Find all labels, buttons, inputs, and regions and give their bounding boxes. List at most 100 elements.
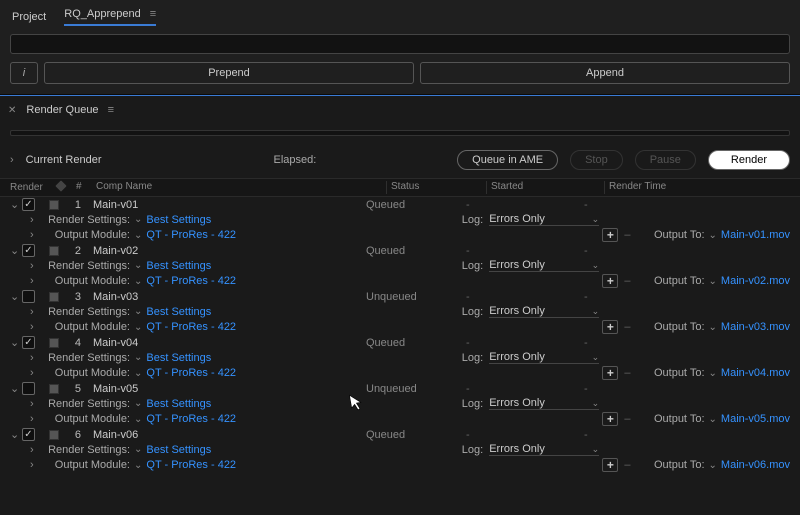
output-file-link[interactable]: Main-v02.mov bbox=[721, 275, 790, 287]
output-module-link[interactable]: QT - ProRes - 422 bbox=[146, 229, 236, 241]
output-module-link[interactable]: QT - ProRes - 422 bbox=[146, 321, 236, 333]
tab-project[interactable]: Project bbox=[12, 11, 46, 23]
output-file-link[interactable]: Main-v03.mov bbox=[721, 321, 790, 333]
render-settings-link[interactable]: Best Settings bbox=[146, 444, 211, 456]
chevron-right-icon[interactable]: › bbox=[30, 413, 40, 425]
chevron-right-icon[interactable]: › bbox=[30, 367, 40, 379]
comp-name[interactable]: Main-v05 bbox=[93, 383, 366, 395]
dropdown-icon[interactable]: ⌄ bbox=[134, 444, 142, 455]
queue-item-row[interactable]: ⌄1Main-v01Queued-- bbox=[0, 197, 800, 212]
dropdown-icon[interactable]: ⌄ bbox=[134, 460, 142, 471]
chevron-right-icon[interactable]: › bbox=[10, 154, 14, 166]
dropdown-icon[interactable]: ⌄ bbox=[134, 214, 142, 225]
comp-name[interactable]: Main-v06 bbox=[93, 429, 366, 441]
render-checkbox[interactable] bbox=[22, 244, 35, 257]
render-checkbox[interactable] bbox=[22, 198, 35, 211]
chevron-right-icon[interactable]: › bbox=[30, 260, 40, 272]
log-dropdown[interactable]: Errors Only⌄ bbox=[489, 351, 599, 364]
dropdown-icon[interactable]: ⌄ bbox=[134, 368, 142, 379]
info-button[interactable]: i bbox=[10, 62, 38, 84]
chevron-right-icon[interactable]: › bbox=[30, 275, 40, 287]
render-settings-link[interactable]: Best Settings bbox=[146, 352, 211, 364]
chevron-right-icon[interactable]: › bbox=[30, 306, 40, 318]
label-color-swatch[interactable] bbox=[49, 338, 59, 348]
log-dropdown[interactable]: Errors Only⌄ bbox=[489, 213, 599, 226]
chevron-down-icon[interactable]: ⌄ bbox=[10, 198, 18, 211]
queue-item-row[interactable]: ⌄5Main-v05Unqueued-- bbox=[0, 381, 800, 396]
output-file-link[interactable]: Main-v05.mov bbox=[721, 413, 790, 425]
render-checkbox[interactable] bbox=[22, 336, 35, 349]
dropdown-icon[interactable]: ⌄ bbox=[134, 260, 142, 271]
output-file-link[interactable]: Main-v06.mov bbox=[721, 459, 790, 471]
render-checkbox[interactable] bbox=[22, 428, 35, 441]
add-output-button[interactable]: + bbox=[602, 458, 618, 472]
chevron-down-icon[interactable]: ⌄ bbox=[10, 290, 18, 303]
render-checkbox[interactable] bbox=[22, 382, 35, 395]
dropdown-icon[interactable]: ⌄ bbox=[709, 276, 717, 287]
render-settings-link[interactable]: Best Settings bbox=[146, 398, 211, 410]
chevron-right-icon[interactable]: › bbox=[30, 352, 40, 364]
tab-script[interactable]: RQ_Apprepend ≡ bbox=[64, 8, 156, 26]
tab-render-queue[interactable]: Render Queue ≡ bbox=[24, 100, 116, 120]
dropdown-icon[interactable]: ⌄ bbox=[134, 352, 142, 363]
output-module-link[interactable]: QT - ProRes - 422 bbox=[146, 275, 236, 287]
dropdown-icon[interactable]: ⌄ bbox=[709, 322, 717, 333]
dropdown-icon[interactable]: ⌄ bbox=[134, 414, 142, 425]
append-button[interactable]: Append bbox=[420, 62, 790, 84]
add-output-button[interactable]: + bbox=[602, 320, 618, 334]
label-color-swatch[interactable] bbox=[49, 200, 59, 210]
comp-name[interactable]: Main-v01 bbox=[93, 199, 366, 211]
queue-item-row[interactable]: ⌄4Main-v04Queued-- bbox=[0, 335, 800, 350]
label-color-swatch[interactable] bbox=[49, 384, 59, 394]
add-output-button[interactable]: + bbox=[602, 274, 618, 288]
chevron-right-icon[interactable]: › bbox=[30, 398, 40, 410]
render-settings-link[interactable]: Best Settings bbox=[146, 260, 211, 272]
log-dropdown[interactable]: Errors Only⌄ bbox=[489, 259, 599, 272]
script-text-input[interactable] bbox=[10, 34, 790, 54]
queue-item-row[interactable]: ⌄2Main-v02Queued-- bbox=[0, 243, 800, 258]
dropdown-icon[interactable]: ⌄ bbox=[134, 398, 142, 409]
panel-menu-icon[interactable]: ≡ bbox=[108, 104, 114, 116]
log-dropdown[interactable]: Errors Only⌄ bbox=[489, 397, 599, 410]
queue-item-row[interactable]: ⌄3Main-v03Unqueued-- bbox=[0, 289, 800, 304]
chevron-down-icon[interactable]: ⌄ bbox=[10, 382, 18, 395]
dropdown-icon[interactable]: ⌄ bbox=[134, 306, 142, 317]
header-render-time[interactable]: Render Time bbox=[604, 181, 790, 194]
add-output-button[interactable]: + bbox=[602, 228, 618, 242]
chevron-right-icon[interactable]: › bbox=[30, 214, 40, 226]
output-module-link[interactable]: QT - ProRes - 422 bbox=[146, 367, 236, 379]
dropdown-icon[interactable]: ⌄ bbox=[709, 414, 717, 425]
render-button[interactable]: Render bbox=[708, 150, 790, 170]
chevron-down-icon[interactable]: ⌄ bbox=[10, 244, 18, 257]
dropdown-icon[interactable]: ⌄ bbox=[134, 230, 142, 241]
queue-item-row[interactable]: ⌄6Main-v06Queued-- bbox=[0, 427, 800, 442]
render-settings-link[interactable]: Best Settings bbox=[146, 306, 211, 318]
header-number[interactable]: # bbox=[76, 181, 96, 194]
label-color-swatch[interactable] bbox=[49, 430, 59, 440]
panel-menu-icon[interactable]: ≡ bbox=[150, 8, 156, 20]
comp-name[interactable]: Main-v04 bbox=[93, 337, 366, 349]
log-dropdown[interactable]: Errors Only⌄ bbox=[489, 443, 599, 456]
header-status[interactable]: Status bbox=[386, 181, 486, 194]
close-icon[interactable]: ✕ bbox=[8, 105, 16, 116]
output-file-link[interactable]: Main-v04.mov bbox=[721, 367, 790, 379]
chevron-right-icon[interactable]: › bbox=[30, 321, 40, 333]
label-color-swatch[interactable] bbox=[49, 246, 59, 256]
label-tag-icon[interactable] bbox=[55, 180, 66, 191]
dropdown-icon[interactable]: ⌄ bbox=[134, 322, 142, 333]
log-dropdown[interactable]: Errors Only⌄ bbox=[489, 305, 599, 318]
comp-name[interactable]: Main-v02 bbox=[93, 245, 366, 257]
output-file-link[interactable]: Main-v01.mov bbox=[721, 229, 790, 241]
chevron-right-icon[interactable]: › bbox=[30, 459, 40, 471]
output-module-link[interactable]: QT - ProRes - 422 bbox=[146, 413, 236, 425]
render-checkbox[interactable] bbox=[22, 290, 35, 303]
dropdown-icon[interactable]: ⌄ bbox=[709, 230, 717, 241]
label-color-swatch[interactable] bbox=[49, 292, 59, 302]
dropdown-icon[interactable]: ⌄ bbox=[709, 460, 717, 471]
prepend-button[interactable]: Prepend bbox=[44, 62, 414, 84]
header-comp-name[interactable]: Comp Name bbox=[96, 181, 386, 194]
chevron-right-icon[interactable]: › bbox=[30, 229, 40, 241]
chevron-down-icon[interactable]: ⌄ bbox=[10, 336, 18, 349]
chevron-down-icon[interactable]: ⌄ bbox=[10, 428, 18, 441]
add-output-button[interactable]: + bbox=[602, 412, 618, 426]
